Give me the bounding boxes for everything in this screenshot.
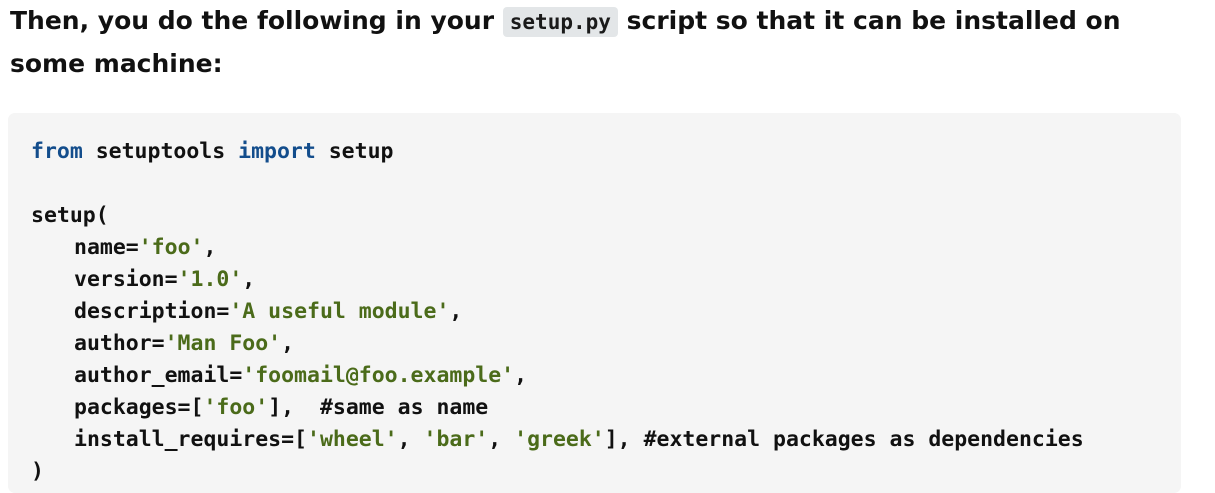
arg-key: author_email= (74, 363, 243, 388)
arg-key: install_requires=[ (74, 427, 307, 452)
arg-string: 'A useful module' (229, 299, 450, 324)
arg-key: description= (74, 299, 230, 324)
arg-end: , (281, 331, 295, 356)
intro-text-before: Then, you do the following in your (10, 6, 503, 35)
arg-key: version= (74, 267, 178, 292)
setup-call: setup( (31, 203, 109, 228)
arg-end: , (449, 299, 463, 324)
arg-sep: , (397, 427, 424, 452)
code-line-11: ) (31, 456, 1084, 488)
code-line-4: name='foo', (31, 232, 1084, 264)
arg-string: 'Man Foo' (164, 331, 282, 356)
arg-string: 'wheel' (307, 427, 398, 452)
code-line-10: install_requires=['wheel', 'bar', 'greek… (31, 424, 1084, 456)
inline-code-setup-py: setup.py (502, 7, 618, 37)
arg-string: 'bar' (423, 427, 489, 452)
keyword-from: from (31, 139, 83, 164)
arg-sep: , (488, 427, 515, 452)
arg-end: , (242, 267, 256, 292)
intro-paragraph: Then, you do the following in your setup… (10, 0, 1200, 85)
arg-end: , (203, 235, 217, 260)
code-line-7: author='Man Foo', (31, 328, 1084, 360)
code-line-1: from setuptools import setup (31, 136, 1084, 168)
code-line-8: author_email='foomail@foo.example', (31, 360, 1084, 392)
import-name: setup (315, 139, 394, 164)
module-name: setuptools (82, 139, 239, 164)
arg-string: 'greek' (514, 427, 605, 452)
code-line-9: packages=['foo'], #same as name (31, 392, 1084, 424)
arg-end-comment: ], #external packages as dependencies (604, 427, 1084, 452)
arg-string: 'foo' (138, 235, 204, 260)
code-line-5: version='1.0', (31, 264, 1084, 296)
arg-string: '1.0' (177, 267, 243, 292)
keyword-import: import (238, 139, 316, 164)
arg-key: author= (74, 331, 165, 356)
arg-string: 'foo' (203, 395, 269, 420)
arg-string: 'foomail@foo.example' (242, 363, 515, 388)
close-paren: ) (31, 459, 44, 484)
arg-end: , (514, 363, 528, 388)
code-block[interactable]: from setuptools import setup setup(name='… (8, 113, 1181, 493)
code-content: from setuptools import setup setup(name='… (31, 136, 1084, 488)
code-line-6: description='A useful module', (31, 296, 1084, 328)
arg-end-comment: ], #same as name (268, 395, 489, 420)
code-line-3: setup( (31, 200, 1084, 232)
arg-key: name= (74, 235, 139, 260)
arg-key: packages=[ (74, 395, 204, 420)
